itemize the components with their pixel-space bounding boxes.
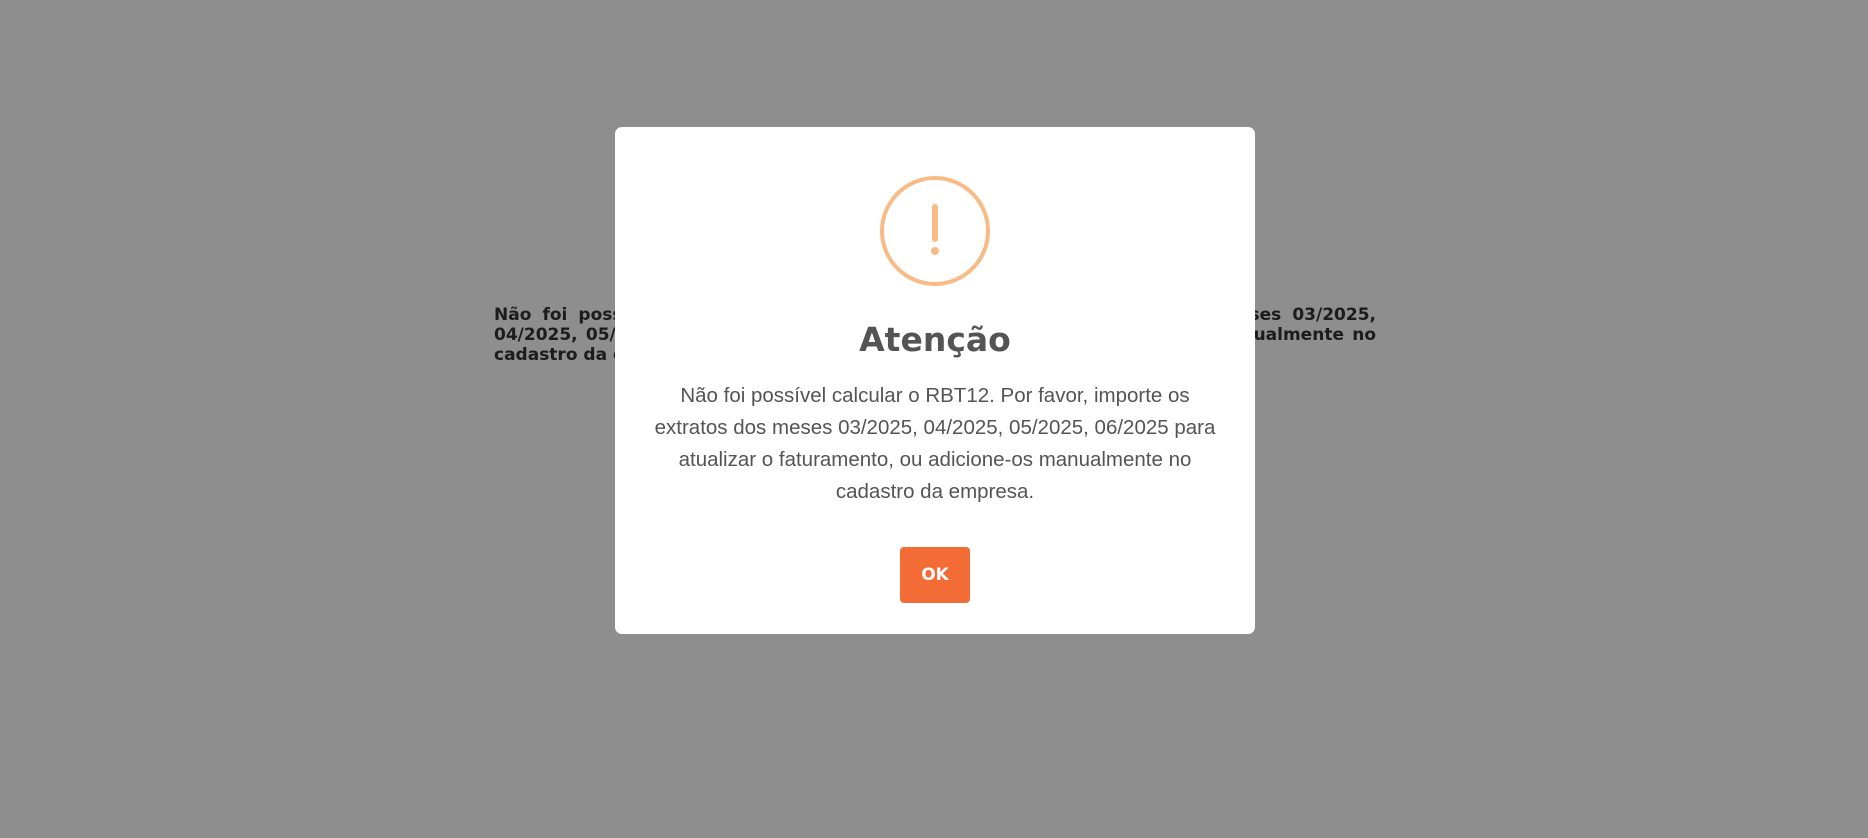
- alert-dialog: Atenção Não foi possível calcular o RBT1…: [615, 127, 1255, 634]
- ok-button[interactable]: OK: [900, 547, 970, 603]
- warning-exclamation-icon: [880, 176, 990, 286]
- dialog-title: Atenção: [859, 320, 1011, 359]
- dialog-message: Não foi possível calcular o RBT12. Por f…: [654, 384, 1216, 503]
